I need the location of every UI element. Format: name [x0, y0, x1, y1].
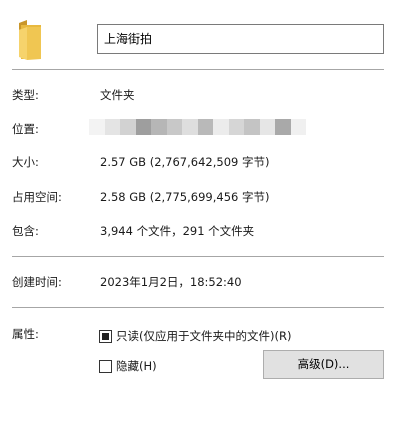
folder-name-input[interactable]: 上海街拍 [97, 24, 384, 54]
disk-size-label: 占用空间: [12, 190, 62, 204]
contains-value: 3,944 个文件，291 个文件夹 [100, 224, 255, 238]
hidden-label[interactable]: 隐藏(H) [116, 358, 157, 374]
hidden-checkbox[interactable] [99, 360, 112, 373]
disk-size-value: 2.58 GB (2,775,699,456 字节) [100, 190, 270, 204]
size-value: 2.57 GB (2,767,642,509 字节) [100, 155, 270, 169]
location-value-redacted [89, 119, 306, 135]
folder-icon [17, 19, 43, 61]
attributes-label: 属性: [12, 327, 39, 341]
separator [12, 256, 384, 257]
readonly-label[interactable]: 只读(仅应用于文件夹中的文件)(R) [116, 328, 291, 344]
readonly-checkbox[interactable] [99, 330, 112, 343]
separator [12, 69, 384, 70]
location-label: 位置: [12, 122, 39, 136]
advanced-button[interactable]: 高级(D)... [263, 350, 384, 379]
type-label: 类型: [12, 88, 39, 102]
contains-label: 包含: [12, 224, 39, 238]
created-label: 创建时间: [12, 275, 62, 289]
size-label: 大小: [12, 155, 39, 169]
separator [12, 307, 384, 308]
type-value: 文件夹 [100, 88, 135, 102]
created-value: 2023年1月2日，18:52:40 [100, 275, 242, 289]
